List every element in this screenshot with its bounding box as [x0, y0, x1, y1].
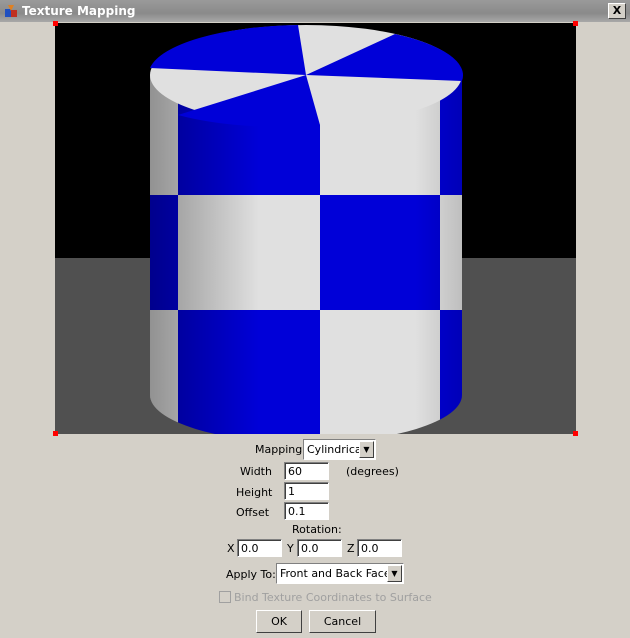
width-unit: (degrees) — [346, 465, 399, 478]
rotation-x-input[interactable]: 0.0 — [237, 539, 282, 557]
chevron-down-icon[interactable]: ▼ — [359, 441, 374, 458]
corner-marker — [573, 431, 578, 436]
rotation-label: Rotation: — [292, 523, 342, 536]
corner-marker — [53, 431, 58, 436]
bind-texture-checkbox[interactable] — [219, 591, 231, 603]
apply-to-value: Front and Back Faces — [280, 567, 397, 580]
corner-marker — [573, 21, 578, 26]
ok-button[interactable]: OK — [256, 610, 302, 633]
cylinder-side — [150, 75, 462, 443]
mapping-label: Mapping: — [255, 443, 306, 456]
close-button[interactable]: X — [608, 3, 626, 19]
cancel-button[interactable]: Cancel — [309, 610, 376, 633]
cylinder-preview — [55, 25, 576, 443]
rotation-z-label: Z — [347, 542, 355, 555]
bind-texture-label: Bind Texture Coordinates to Surface — [234, 591, 432, 604]
height-label: Height — [236, 486, 273, 499]
width-input[interactable]: 60 — [284, 462, 329, 480]
corner-marker — [53, 21, 58, 26]
apply-to-label: Apply To: — [226, 568, 276, 581]
rotation-z-input[interactable]: 0.0 — [357, 539, 402, 557]
offset-input[interactable]: 0.1 — [284, 502, 329, 520]
apply-to-select[interactable]: Front and Back Faces ▼ — [276, 563, 404, 584]
offset-label: Offset — [236, 506, 270, 519]
width-label: Width — [240, 465, 272, 478]
height-input[interactable]: 1 — [284, 482, 329, 500]
rotation-y-label: Y — [287, 542, 294, 555]
rotation-y-input[interactable]: 0.0 — [297, 539, 342, 557]
title-bar: Texture Mapping X — [0, 0, 630, 22]
rotation-x-label: X — [227, 542, 235, 555]
chevron-down-icon[interactable]: ▼ — [387, 565, 402, 582]
3d-preview-viewport[interactable] — [53, 21, 578, 443]
app-icon — [5, 5, 17, 17]
window-title: Texture Mapping — [22, 4, 136, 18]
mapping-value: Cylindrical — [307, 443, 365, 456]
mapping-select[interactable]: Cylindrical ▼ — [303, 439, 376, 460]
